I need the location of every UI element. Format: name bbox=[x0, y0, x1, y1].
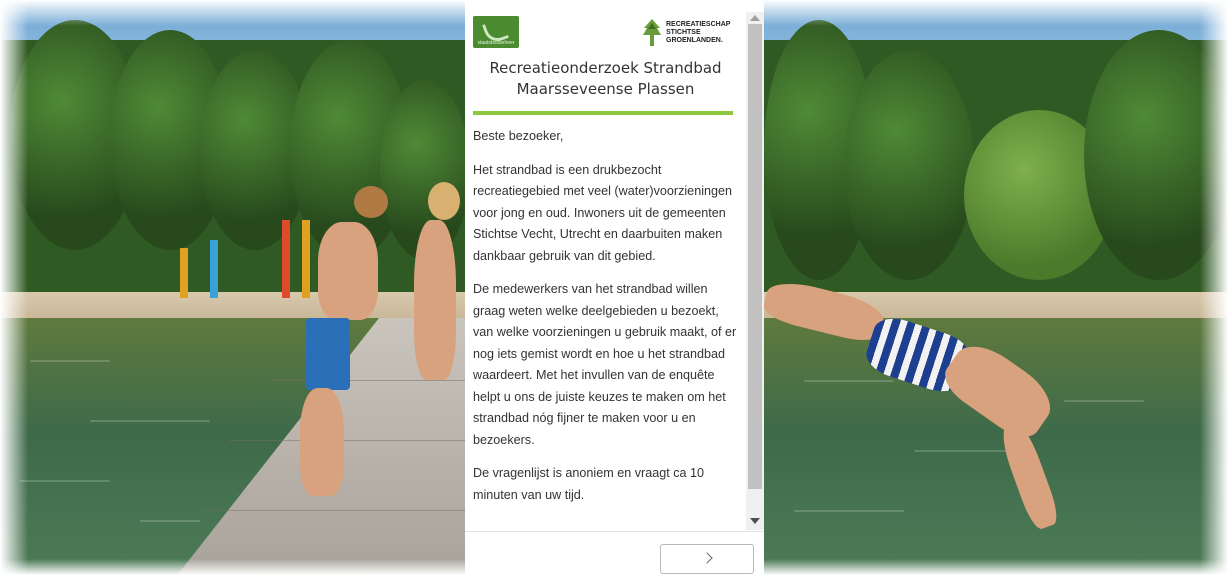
background-photo-right bbox=[764, 0, 1228, 575]
tree-icon bbox=[643, 19, 661, 46]
intro-paragraph-2: De medewerkers van het strandbad willen … bbox=[473, 282, 737, 447]
survey-title-line-2: Maarsseveense Plassen bbox=[516, 80, 695, 98]
next-button[interactable] bbox=[660, 544, 754, 574]
logo-line-3: GROENLANDEN. bbox=[666, 37, 723, 44]
logo-line-1: RECREATIESCHAP bbox=[666, 21, 731, 28]
title-divider bbox=[473, 111, 733, 115]
survey-title-line-1: Recreatieonderzoek Strandbad bbox=[489, 59, 722, 77]
recreatieschap-logo: RECREATIESCHAP STICHTSE GROENLANDEN. bbox=[642, 18, 742, 48]
recreatieschap-logo-text: RECREATIESCHAP STICHTSE GROENLANDEN. bbox=[666, 21, 730, 45]
survey-panel: staatsbosbeheer RECREATIESCHAP STICHTSE … bbox=[465, 12, 764, 575]
chevron-right-icon bbox=[701, 552, 713, 564]
logo-line-2: STICHTSE bbox=[666, 29, 701, 36]
survey-header: staatsbosbeheer RECREATIESCHAP STICHTSE … bbox=[465, 12, 746, 116]
scroll-down-icon[interactable] bbox=[750, 518, 760, 524]
footer-divider bbox=[465, 531, 764, 532]
vertical-scrollbar[interactable] bbox=[746, 12, 764, 530]
greeting-text: Beste bezoeker, bbox=[473, 129, 564, 143]
scrollbar-thumb[interactable] bbox=[748, 24, 762, 489]
staatsbosbeheer-logo: staatsbosbeheer bbox=[473, 16, 519, 48]
intro-paragraph-1: Het strandbad is een drukbezocht recreat… bbox=[473, 162, 733, 263]
staatsbosbeheer-logo-text: staatsbosbeheer bbox=[477, 40, 515, 46]
intro-paragraph-3: De vragenlijst is anoniem en vraagt ca 1… bbox=[473, 466, 705, 502]
background-photo-left bbox=[0, 0, 465, 575]
scroll-up-icon[interactable] bbox=[750, 15, 760, 21]
survey-title: Recreatieonderzoek Strandbad Maarsseveen… bbox=[473, 58, 738, 100]
survey-intro: Beste bezoeker, Het strandbad is een dru… bbox=[473, 126, 741, 526]
